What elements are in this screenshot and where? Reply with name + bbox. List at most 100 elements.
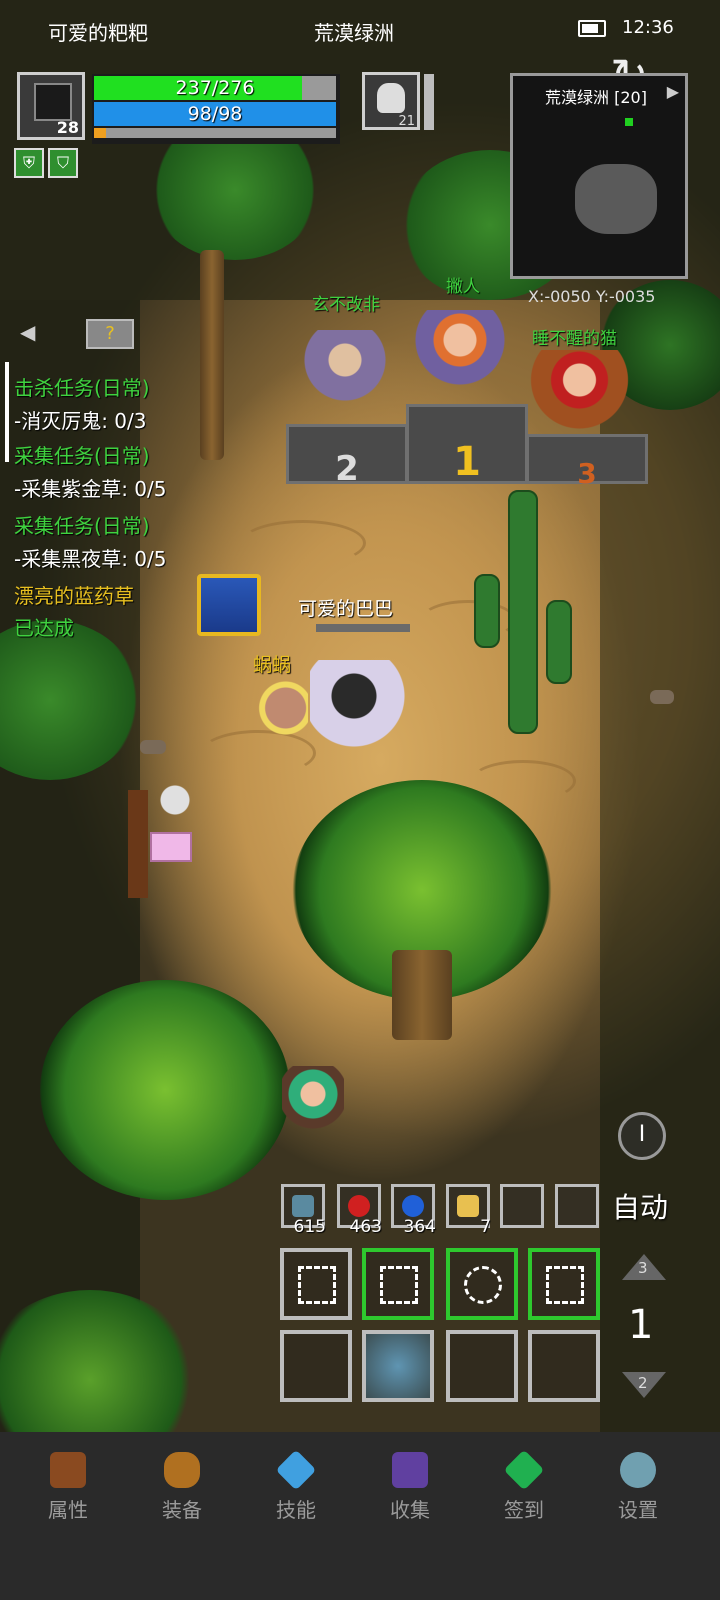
nav-label: 收集 bbox=[390, 1498, 430, 1522]
rank3-player-sprite[interactable] bbox=[530, 350, 640, 450]
nav-label: 签到 bbox=[504, 1498, 544, 1522]
nav-label: 设置 bbox=[618, 1498, 658, 1522]
help-icon[interactable]: ? bbox=[86, 319, 134, 349]
coordinates: X:-0050 Y:-0035 bbox=[528, 287, 656, 306]
skill-lightning[interactable] bbox=[362, 1248, 434, 1320]
skill-slot-empty[interactable] bbox=[446, 1330, 518, 1402]
battery-icon bbox=[578, 20, 606, 37]
mp-text: 98/98 bbox=[187, 103, 243, 125]
hp-text: 237/276 bbox=[175, 77, 255, 99]
target-icon bbox=[464, 1266, 502, 1304]
tree-trunk bbox=[392, 950, 452, 1040]
seagull-sprite bbox=[160, 782, 190, 818]
skill-slot-empty[interactable] bbox=[280, 1330, 352, 1402]
blue-potion-icon bbox=[402, 1195, 424, 1217]
skill-slot-water[interactable] bbox=[362, 1330, 434, 1402]
quest-title[interactable]: 击杀任务(日常) bbox=[14, 372, 150, 401]
quest-title[interactable]: 漂亮的蓝药草 bbox=[14, 580, 134, 609]
red-potion-icon bbox=[348, 1195, 370, 1217]
nav-checkin[interactable]: 签到 bbox=[474, 1449, 574, 1523]
skull-icon bbox=[377, 83, 405, 113]
rank2-name: 玄不改非 bbox=[312, 295, 380, 315]
lightning-icon bbox=[380, 1266, 418, 1304]
item-slot-scroll[interactable]: 7 bbox=[446, 1184, 491, 1237]
page-up-number: 3 bbox=[638, 1259, 648, 1277]
item-count: 7 bbox=[480, 1217, 491, 1237]
skill-target[interactable] bbox=[446, 1248, 518, 1320]
fish-icon bbox=[292, 1195, 314, 1217]
quest-detail: -采集紫金草: 0/5 bbox=[14, 477, 167, 501]
minimap-player-marker bbox=[625, 118, 633, 126]
cactus-arm bbox=[474, 574, 500, 648]
quest-detail: -消灭厉鬼: 0/3 bbox=[14, 409, 147, 433]
skill-slash[interactable] bbox=[280, 1248, 352, 1320]
player-avatar[interactable]: 28 bbox=[17, 72, 85, 140]
item-slot-red-potion[interactable]: 463 bbox=[337, 1184, 382, 1237]
self-name: 可爱的巴巴 bbox=[298, 598, 394, 620]
item-slot-empty[interactable] bbox=[500, 1184, 544, 1228]
podium-first: 1 bbox=[406, 404, 528, 485]
rank1-name: 撇人 bbox=[446, 277, 480, 297]
nav-skills[interactable]: 技能 bbox=[246, 1449, 346, 1523]
rank3-name: 睡不醒的猫 bbox=[532, 329, 617, 349]
shield-buff-icon[interactable]: ⛨ bbox=[14, 148, 44, 178]
minimap-area bbox=[575, 164, 657, 234]
nav-attributes[interactable]: 属性 bbox=[18, 1452, 118, 1523]
rank1-player-sprite[interactable] bbox=[410, 310, 510, 410]
bottom-nav: 属性 装备 技能 收集 签到 设置 bbox=[0, 1432, 720, 1600]
item-slot-fish[interactable]: 615 bbox=[281, 1184, 326, 1237]
item-slot-blue-potion[interactable]: 364 bbox=[391, 1184, 436, 1237]
minimap-title: 荒漠绿洲 [20] bbox=[545, 88, 647, 107]
pet-name: 蜗蜗 bbox=[253, 654, 292, 676]
scroll-icon bbox=[457, 1195, 479, 1217]
helmet-icon bbox=[34, 83, 72, 121]
nav-settings[interactable]: 设置 bbox=[588, 1452, 688, 1523]
emerald-icon bbox=[503, 1449, 545, 1491]
helmet-icon bbox=[50, 1452, 86, 1488]
rank2-player-sprite[interactable] bbox=[300, 330, 390, 430]
treasure-chest[interactable] bbox=[197, 574, 261, 636]
palm-trunk bbox=[200, 250, 224, 460]
xp-bar bbox=[94, 128, 336, 138]
nav-label: 技能 bbox=[276, 1498, 316, 1522]
gear-icon bbox=[620, 1452, 656, 1488]
shield-icon bbox=[546, 1266, 584, 1304]
player-sprite[interactable] bbox=[310, 660, 420, 780]
quest-title[interactable]: 采集任务(日常) bbox=[14, 510, 150, 539]
snail-pet-sprite[interactable] bbox=[252, 680, 308, 736]
skill-slot-empty[interactable] bbox=[528, 1330, 600, 1402]
cactus bbox=[508, 490, 538, 734]
sand-dune bbox=[200, 730, 316, 776]
skill-shield[interactable] bbox=[528, 1248, 600, 1320]
page-down-number: 2 bbox=[638, 1374, 648, 1392]
nav-equipment[interactable]: 装备 bbox=[132, 1452, 232, 1523]
green-hair-npc-sprite[interactable] bbox=[282, 1066, 344, 1146]
hp-bar: 237/276 bbox=[94, 76, 336, 100]
nav-collection[interactable]: 收集 bbox=[360, 1452, 460, 1523]
defense-buff-icon[interactable]: ⛉ bbox=[48, 148, 78, 178]
auto-button[interactable]: 自动 bbox=[612, 1186, 668, 1226]
book-icon bbox=[392, 1452, 428, 1488]
item-slot-empty[interactable] bbox=[555, 1184, 599, 1228]
sand-dune bbox=[240, 520, 366, 566]
player-status-bars: 237/276 98/98 bbox=[92, 74, 340, 144]
slash-icon bbox=[298, 1266, 336, 1304]
cactus-arm bbox=[546, 600, 572, 684]
nav-label: 属性 bbox=[48, 1498, 88, 1522]
item-count: 364 bbox=[403, 1217, 436, 1237]
player-name-label: 可爱的粑粑 bbox=[48, 21, 148, 45]
minimap-expand-icon[interactable]: ▶ bbox=[667, 82, 679, 101]
skill-page-number: 1 bbox=[628, 1302, 654, 1348]
gem-icon bbox=[275, 1449, 317, 1491]
mailbox-post bbox=[128, 790, 148, 898]
rock bbox=[650, 690, 674, 704]
target-avatar[interactable]: 21 bbox=[362, 72, 420, 130]
player-level: 28 bbox=[56, 118, 79, 137]
self-hp-bar bbox=[316, 624, 410, 632]
minimap[interactable]: 荒漠绿洲 [20] ▶ bbox=[510, 73, 688, 279]
camera-toggle-button[interactable]: I bbox=[618, 1112, 666, 1160]
quest-collapse-icon[interactable]: ◀ bbox=[20, 320, 35, 344]
quest-title[interactable]: 采集任务(日常) bbox=[14, 440, 150, 469]
mail-envelope-icon[interactable] bbox=[150, 832, 192, 862]
quest-detail: -采集黑夜草: 0/5 bbox=[14, 547, 167, 571]
